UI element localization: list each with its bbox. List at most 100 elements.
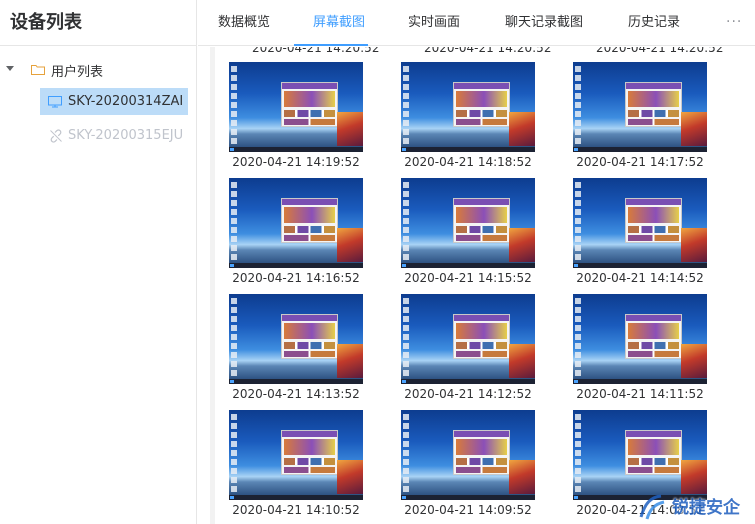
taskbar-preview [401, 147, 535, 152]
desktop-shortcut-icon [575, 343, 581, 349]
screenshot-thumbnail[interactable] [229, 62, 363, 152]
screenshot-thumbnail[interactable] [573, 294, 707, 384]
device-item-selected[interactable]: SKY-20200314ZAI [0, 86, 196, 118]
game-widget-preview [509, 228, 535, 262]
desktop-shortcut-icon [231, 352, 237, 358]
desktop-shortcut-icon [231, 477, 237, 483]
screenshot-thumbnail[interactable] [573, 410, 707, 500]
desktop-shortcut-icon [403, 227, 409, 233]
desktop-shortcut-icon [231, 75, 237, 81]
desktop-shortcut-icon [575, 468, 581, 474]
screenshot-thumbnail[interactable] [229, 178, 363, 268]
desktop-shortcut-icon [575, 414, 581, 420]
desktop-shortcut-icon [403, 138, 409, 144]
screenshot-thumbnail[interactable] [401, 294, 535, 384]
desktop-shortcut-icon [575, 423, 581, 429]
screenshot-card[interactable]: 2020-04-21 14:16:52 [229, 178, 363, 285]
screenshot-card[interactable]: 2020-04-21 14:17:52 [573, 62, 707, 169]
screenshot-timestamp: 2020-04-21 14:16:52 [232, 271, 360, 285]
desktop-shortcut-icon [575, 245, 581, 251]
desktop-shortcut-icon [231, 111, 237, 117]
desktop-shortcut-icon [575, 325, 581, 331]
screenshot-timestamp: 2020-04-21 14:12:52 [404, 387, 532, 401]
game-widget-preview [337, 112, 363, 146]
desktop-shortcut-icon [575, 75, 581, 81]
browser-window-preview [625, 430, 682, 475]
screenshot-timestamp-partial: 2020-04-21 14:20:52 [596, 47, 724, 55]
desktop-shortcut-icon [403, 298, 409, 304]
desktop-shortcut-icon [231, 236, 237, 242]
browser-window-preview [453, 198, 510, 243]
screenshot-thumbnail[interactable] [229, 410, 363, 500]
content-edge [210, 47, 215, 524]
desktop-shortcut-icon [231, 120, 237, 126]
desktop-shortcut-icon [403, 450, 409, 456]
desktop-shortcut-icon [231, 370, 237, 376]
desktop-shortcut-icon [403, 343, 409, 349]
tree-group-label: 用户列表 [51, 65, 104, 80]
more-tabs-icon[interactable]: ··· [726, 0, 742, 44]
desktop-shortcut-icon [575, 352, 581, 358]
desktop-shortcut-icon [575, 200, 581, 206]
desktop-shortcut-icon [231, 361, 237, 367]
screenshot-thumbnail[interactable] [573, 62, 707, 152]
desktop-shortcut-icon [403, 307, 409, 313]
tab-chat-screenshots[interactable]: 聊天记录截图 [505, 0, 583, 46]
desktop-shortcut-icon [403, 459, 409, 465]
browser-window-preview [453, 314, 510, 359]
caret-down-icon[interactable] [6, 66, 14, 71]
desktop-shortcut-icon [231, 459, 237, 465]
device-list-title: 设备列表 [0, 0, 196, 46]
desktop-shortcut-icon [575, 227, 581, 233]
device-list-panel: 设备列表 用户列表 SKY-20200314ZAI SKY-20200315EJ… [0, 0, 197, 524]
desktop-shortcut-icon [575, 441, 581, 447]
browser-window-preview [453, 82, 510, 127]
desktop-shortcut-icon [231, 218, 237, 224]
desktop-shortcut-icon [575, 361, 581, 367]
taskbar-preview [401, 263, 535, 268]
tab-history[interactable]: 历史记录 [628, 0, 680, 46]
desktop-shortcut-icon [575, 84, 581, 90]
screenshot-card[interactable]: 2020-04-21 14:15:52 [401, 178, 535, 285]
tab-screenshots[interactable]: 屏幕截图 [313, 0, 365, 46]
device-item-offline[interactable]: SKY-20200315EJU [0, 120, 196, 152]
screenshot-thumbnail[interactable] [401, 62, 535, 152]
desktop-shortcut-icon [231, 468, 237, 474]
tree-group-users[interactable]: 用户列表 [0, 54, 196, 84]
desktop-shortcut-icon [575, 66, 581, 72]
tab-live-view[interactable]: 实时画面 [408, 0, 460, 46]
desktop-shortcut-icon [403, 182, 409, 188]
screenshot-card[interactable]: 2020-04-21 14:14:52 [573, 178, 707, 285]
desktop-shortcut-icon [575, 120, 581, 126]
screenshot-card[interactable]: 2020-04-21 14:12:52 [401, 294, 535, 401]
taskbar-preview [401, 495, 535, 500]
desktop-shortcut-icon [231, 129, 237, 135]
screenshot-card[interactable]: 2020-04-21 14:18:52 [401, 62, 535, 169]
screenshot-thumbnail[interactable] [229, 294, 363, 384]
browser-window-preview [625, 314, 682, 359]
desktop-shortcut-icon [231, 298, 237, 304]
desktop-shortcut-icon [403, 93, 409, 99]
desktop-shortcut-icon [575, 432, 581, 438]
screenshot-card[interactable]: 2020-04-21 14:13:52 [229, 294, 363, 401]
screenshot-thumbnail[interactable] [573, 178, 707, 268]
desktop-shortcut-icon [231, 325, 237, 331]
screenshot-thumbnail[interactable] [401, 178, 535, 268]
desktop-shortcut-icon [231, 200, 237, 206]
game-widget-preview [681, 344, 707, 378]
desktop-shortcut-icon [231, 66, 237, 72]
screenshot-card[interactable]: 2020-04-21 14:11:52 [573, 294, 707, 401]
desktop-shortcut-icon [575, 191, 581, 197]
screenshot-card[interactable]: 2020-04-21 14:19:52 [229, 62, 363, 169]
browser-window-preview [281, 82, 338, 127]
game-widget-preview [509, 344, 535, 378]
screenshot-thumbnail[interactable] [401, 410, 535, 500]
screenshot-card[interactable]: 2020-04-21 14:09:52 [401, 410, 535, 517]
desktop-shortcut-icon [575, 486, 581, 492]
desktop-shortcut-icon [403, 468, 409, 474]
tab-data-overview[interactable]: 数据概览 [218, 0, 270, 46]
taskbar-preview [229, 379, 363, 384]
desktop-shortcut-icon [403, 66, 409, 72]
disconnected-link-icon [50, 129, 62, 143]
screenshot-card[interactable]: 2020-04-21 14:10:52 [229, 410, 363, 517]
